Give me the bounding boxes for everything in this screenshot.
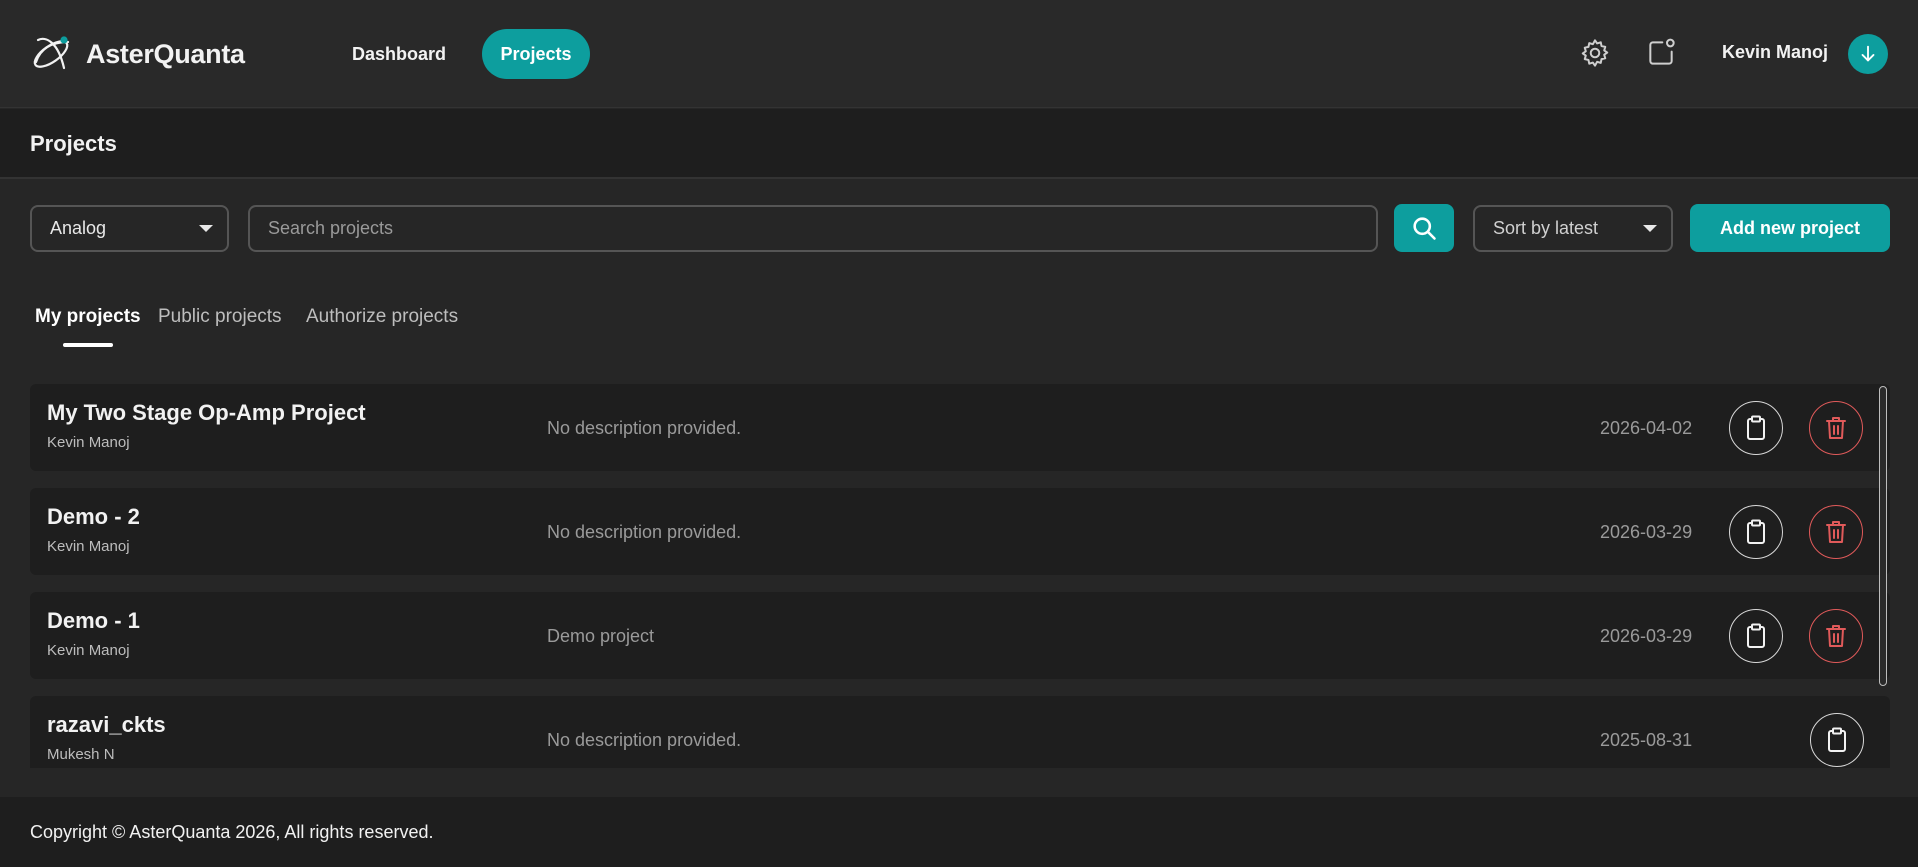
trash-icon <box>1826 521 1846 543</box>
project-row[interactable]: Demo - 2 Kevin Manoj No description prov… <box>30 488 1890 575</box>
active-tab-indicator <box>63 343 113 347</box>
notifications-button[interactable] <box>1643 35 1679 71</box>
project-list-scrollbar[interactable] <box>1878 384 1888 768</box>
nav-dashboard[interactable]: Dashboard <box>340 29 458 79</box>
avatar[interactable] <box>1848 34 1888 74</box>
project-owner: Kevin Manoj <box>47 434 130 451</box>
search-button[interactable] <box>1394 204 1454 252</box>
copy-project-button[interactable] <box>1810 713 1864 767</box>
top-navbar: AsterQuanta Dashboard Projects Kevin Man… <box>0 0 1918 108</box>
footer: Copyright © AsterQuanta 2026, All rights… <box>0 797 1918 867</box>
settings-button[interactable] <box>1577 35 1613 71</box>
project-date: 2026-04-02 <box>1600 418 1693 438</box>
scrollbar-thumb[interactable] <box>1879 386 1887 686</box>
project-description: No description provided. <box>547 730 742 750</box>
gear-icon <box>1581 39 1609 67</box>
notification-icon <box>1649 38 1675 65</box>
project-date: 2026-03-29 <box>1600 626 1693 646</box>
project-name: Demo - 1 <box>47 608 140 633</box>
category-select-value: Analog <box>50 218 107 238</box>
project-description: No description provided. <box>547 418 742 438</box>
nav-projects[interactable]: Projects <box>482 29 590 79</box>
copy-project-button[interactable] <box>1729 401 1783 455</box>
trash-icon <box>1826 417 1846 439</box>
project-date: 2025-08-31 <box>1600 730 1693 750</box>
project-description: No description provided. <box>547 522 742 542</box>
app-logo[interactable]: AsterQuanta <box>28 32 245 76</box>
category-select[interactable]: Analog <box>30 205 229 252</box>
project-owner: Kevin Manoj <box>47 538 130 555</box>
chevron-down-icon <box>199 225 213 232</box>
delete-project-button[interactable] <box>1809 609 1863 663</box>
clipboard-icon <box>1747 519 1765 544</box>
tab-my-projects[interactable]: My projects <box>35 306 141 328</box>
project-date: 2026-03-29 <box>1600 522 1693 542</box>
copy-project-button[interactable] <box>1729 505 1783 559</box>
clipboard-icon <box>1747 415 1765 440</box>
project-name: My Two Stage Op-Amp Project <box>47 400 366 425</box>
project-name: razavi_ckts <box>47 712 166 737</box>
project-owner: Mukesh N <box>47 746 115 763</box>
tab-public-projects[interactable]: Public projects <box>158 306 282 328</box>
user-name[interactable]: Kevin Manoj <box>1722 42 1828 63</box>
sort-select[interactable]: Sort by latest <box>1473 205 1673 252</box>
atom-logo-icon <box>33 36 70 70</box>
tab-authorize-projects[interactable]: Authorize projects <box>306 306 458 328</box>
delete-project-button[interactable] <box>1809 505 1863 559</box>
project-list: My Two Stage Op-Amp Project Kevin Manoj … <box>30 384 1890 768</box>
project-owner: Kevin Manoj <box>47 642 130 659</box>
search-input[interactable] <box>248 205 1378 252</box>
project-row[interactable]: Demo - 1 Kevin Manoj Demo project 2026-0… <box>30 592 1890 679</box>
project-description: Demo project <box>547 626 655 646</box>
project-row[interactable]: razavi_ckts Mukesh N No description prov… <box>30 696 1890 768</box>
page-title: Projects <box>30 131 117 156</box>
trash-icon <box>1826 625 1846 647</box>
page-header: Projects <box>0 109 1918 179</box>
project-name: Demo - 2 <box>47 504 140 529</box>
delete-project-button[interactable] <box>1809 401 1863 455</box>
copyright-text: Copyright © AsterQuanta 2026, All rights… <box>30 822 434 842</box>
chevron-down-icon <box>1643 225 1657 232</box>
arrow-down-icon <box>1861 45 1875 62</box>
clipboard-icon <box>1747 623 1765 648</box>
app-name: AsterQuanta <box>86 38 245 69</box>
project-row[interactable]: My Two Stage Op-Amp Project Kevin Manoj … <box>30 384 1890 471</box>
copy-project-button[interactable] <box>1729 609 1783 663</box>
add-project-button[interactable]: Add new project <box>1690 204 1890 252</box>
clipboard-icon <box>1828 727 1846 752</box>
search-icon <box>1413 217 1436 240</box>
sort-select-value: Sort by latest <box>1493 218 1599 238</box>
